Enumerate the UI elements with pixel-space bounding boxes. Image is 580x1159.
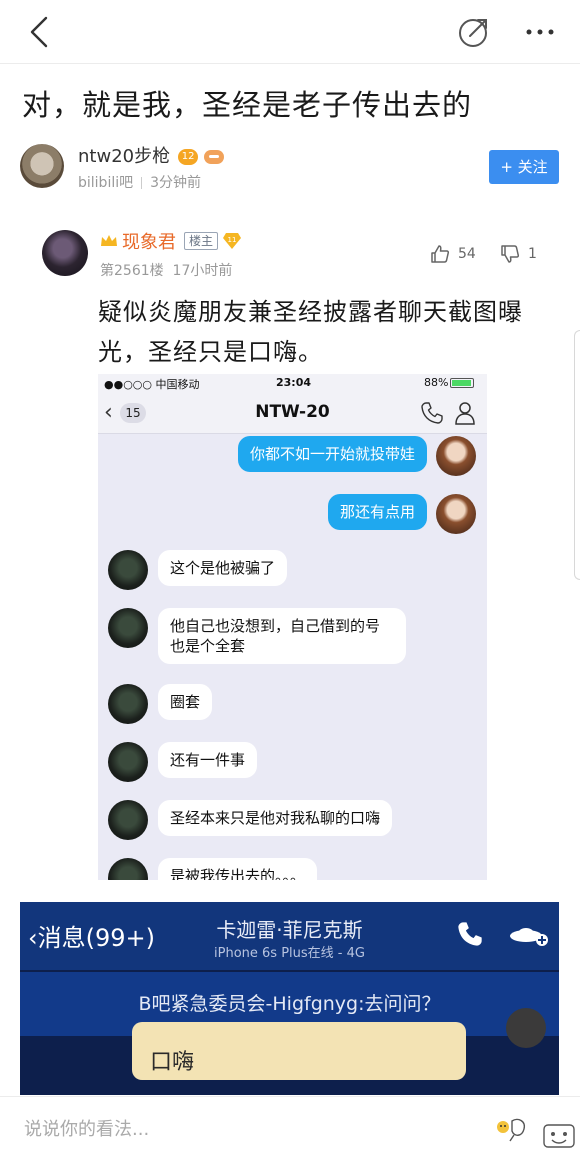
scroll-indicator: [574, 330, 580, 580]
phone-icon: [421, 402, 443, 424]
gamepad-icon: [204, 150, 225, 164]
back-arrow-icon[interactable]: [22, 14, 58, 50]
like-button[interactable]: 54: [430, 244, 476, 264]
crown-icon: [101, 235, 117, 246]
my-avatar: [436, 436, 476, 476]
message-bubble-in: 圈套: [158, 684, 213, 720]
message-bubble-in: 圣经本来只是他对我私聊的口嗨: [158, 800, 393, 836]
status-time: 23:04: [276, 376, 312, 389]
post-time: 3分钟前: [150, 175, 202, 191]
thumbs-down-icon: [501, 245, 520, 263]
message-bubble-in: 这个是他被骗了: [158, 550, 288, 586]
more-icon[interactable]: [520, 14, 560, 50]
friend-avatar: [108, 800, 148, 840]
meta-divider: [141, 177, 143, 189]
message-bubble-in: 是被我传出去的。。。: [158, 858, 318, 880]
post-title: 对，就是我，圣经是老子传出去的: [22, 88, 473, 122]
battery: 88%: [424, 376, 475, 389]
level-badge: 12: [178, 149, 199, 165]
overlay-avatar: [506, 1008, 546, 1048]
message-bubble-out: 那还有点用: [327, 494, 427, 530]
chat-nav-bar: ‹ 15 NTW-20: [98, 392, 487, 434]
bottom-input-bar: 说说你的看法...: [0, 1096, 580, 1159]
gem-level-icon: 11: [223, 233, 242, 249]
emoji-icon[interactable]: [494, 1113, 530, 1143]
op-tag: 楼主: [184, 232, 219, 250]
author-meta: bilibili吧 3分钟前: [78, 172, 201, 192]
carrier: ●●○○○ 中国移动: [104, 378, 200, 391]
author-avatar[interactable]: [20, 144, 64, 188]
reply-time: 17小时前: [172, 263, 233, 279]
battery-percent: 88%: [424, 376, 449, 389]
person-icon: [455, 402, 475, 425]
friend-avatar: [108, 550, 148, 590]
friend-avatar: [108, 858, 148, 880]
friend-avatar: [108, 742, 148, 782]
reply-avatar[interactable]: [42, 230, 88, 276]
share-icon[interactable]: [456, 14, 492, 50]
top-bar: [0, 0, 580, 64]
second-screenshot[interactable]: ‹消息(99+) 卡迦雷·菲尼克斯 iPhone 6s Plus在线 - 4G …: [20, 902, 559, 1095]
reply-meta: 第2561楼 17小时前: [100, 260, 232, 280]
thumbs-up-icon: [431, 245, 450, 263]
forum-name[interactable]: bilibili吧: [78, 175, 133, 191]
like-count: 54: [458, 246, 476, 262]
author-name[interactable]: ntw20步枪 12: [78, 142, 225, 168]
chat-screenshot[interactable]: ●●○○○ 中国移动 23:04 88% ‹ 15 NTW-20 你都不如一开始…: [98, 374, 487, 880]
phone-icon: [458, 922, 482, 946]
reply-text: 疑似炎魔朋友兼圣经披露者聊天截图曝光，圣经只是口嗨。: [98, 298, 523, 366]
author-row: ntw20步枪 12 bilibili吧 3分钟前 + 关注: [20, 142, 560, 194]
gem-level-number: 11: [228, 236, 237, 244]
dislike-button[interactable]: 1: [500, 244, 537, 264]
comment-input[interactable]: 说说你的看法...: [24, 1115, 149, 1141]
ios-status-bar: ●●○○○ 中国移动 23:04 88%: [98, 374, 487, 392]
message-bubble-in: 他自己也没想到，自己借到的号也是个全套: [158, 608, 406, 664]
my-avatar: [436, 494, 476, 534]
friend-avatar: [108, 608, 148, 648]
message-bubble-out: 你都不如一开始就投带娃: [237, 436, 427, 472]
sticker-icon[interactable]: [542, 1119, 576, 1149]
dislike-count: 1: [528, 246, 537, 262]
floor-number: 第2561楼: [100, 263, 164, 279]
message-bubble-in: 还有一件事: [158, 742, 258, 778]
battery-icon: [450, 378, 475, 388]
author-name-text: ntw20步枪: [78, 146, 171, 167]
follow-button[interactable]: + 关注: [489, 150, 559, 184]
overlay-message-text: 口嗨: [150, 1050, 195, 1075]
overlay-nav-bar: ‹消息(99+) 卡迦雷·菲尼克斯 iPhone 6s Plus在线 - 4G: [20, 902, 559, 970]
ufo-icon: [510, 928, 548, 946]
friend-avatar: [108, 684, 148, 724]
overlay-message-bubble: 口嗨: [132, 1022, 466, 1080]
reply-author-name[interactable]: 现象君: [122, 232, 176, 253]
reply-name-row: 现象君 楼主 11: [100, 228, 242, 254]
